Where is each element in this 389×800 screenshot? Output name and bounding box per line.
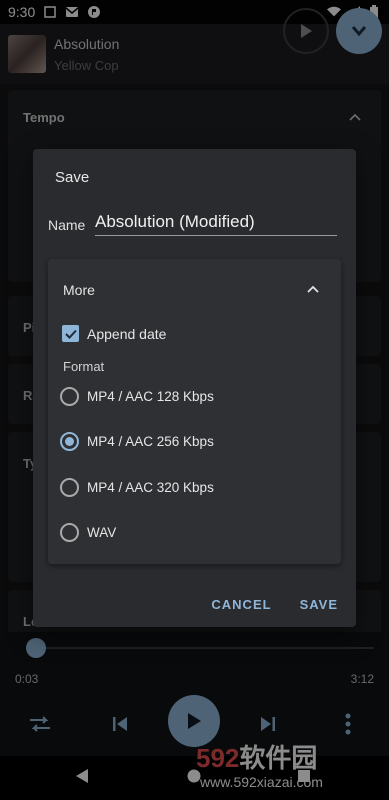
format-option-label: MP4 / AAC 320 Kbps xyxy=(87,480,214,495)
more-panel: More Append date Format MP4 / AAC 128 Kb… xyxy=(48,259,341,564)
save-dialog: Save Name Absolution (Modified) More App… xyxy=(33,149,356,627)
format-option-label: MP4 / AAC 128 Kbps xyxy=(87,389,214,404)
format-option-wav[interactable]: WAV xyxy=(60,523,116,542)
name-label: Name xyxy=(48,217,86,233)
append-date-label: Append date xyxy=(87,325,167,342)
cancel-button[interactable]: CANCEL xyxy=(211,597,271,612)
format-option-256[interactable]: MP4 / AAC 256 Kbps xyxy=(60,432,214,451)
dialog-actions: CANCEL SAVE xyxy=(211,597,338,612)
format-option-label: MP4 / AAC 256 Kbps xyxy=(87,434,214,449)
radio-button[interactable] xyxy=(60,523,79,542)
append-date-row[interactable]: Append date xyxy=(62,325,166,342)
dialog-title: Save xyxy=(55,169,90,186)
chevron-up-icon[interactable] xyxy=(307,281,319,296)
name-input-value: Absolution (Modified) xyxy=(95,212,255,231)
save-button[interactable]: SAVE xyxy=(300,597,338,612)
format-option-label: WAV xyxy=(87,525,117,540)
name-input[interactable]: Absolution (Modified) xyxy=(95,211,337,236)
radio-button-selected[interactable] xyxy=(60,432,79,451)
format-option-320[interactable]: MP4 / AAC 320 Kbps xyxy=(60,478,214,497)
radio-button[interactable] xyxy=(60,478,79,497)
format-option-128[interactable]: MP4 / AAC 128 Kbps xyxy=(60,387,214,406)
checkmark-icon xyxy=(64,329,77,339)
more-title[interactable]: More xyxy=(63,282,95,298)
radio-button[interactable] xyxy=(60,387,79,406)
append-date-checkbox[interactable] xyxy=(62,325,79,342)
format-label: Format xyxy=(63,359,105,374)
